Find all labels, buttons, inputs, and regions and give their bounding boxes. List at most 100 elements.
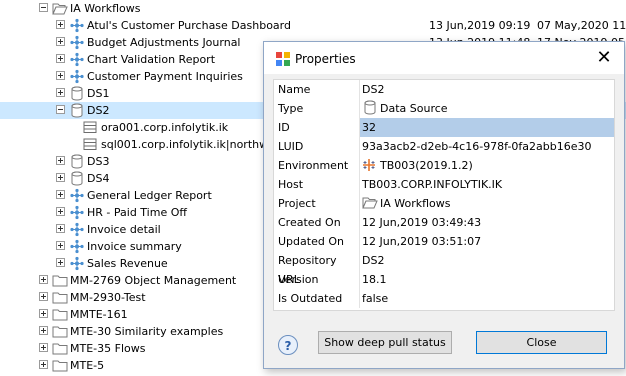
expand-icon[interactable] xyxy=(39,343,48,352)
tree-item-label: sql001.corp.infolytik.ik|northwind xyxy=(101,138,286,151)
workflow-icon xyxy=(69,35,85,50)
property-value: 18.1 xyxy=(362,273,387,286)
property-row[interactable]: Created On 12 Jun,2019 03:49:43 xyxy=(274,213,614,232)
tree-item-label: DS1 xyxy=(87,87,110,100)
expand-icon[interactable] xyxy=(56,88,65,97)
property-row[interactable]: ID 32 xyxy=(274,118,614,137)
property-value-cell: Data Source xyxy=(359,99,614,118)
tree-item-label: Sales Revenue xyxy=(87,257,168,270)
database-icon xyxy=(69,154,85,169)
property-value: 12 Jun,2019 03:51:07 xyxy=(362,235,482,248)
property-row[interactable]: Environment TB003(2019.1.2) xyxy=(274,156,614,175)
property-row[interactable]: Type Data Source xyxy=(274,99,614,118)
folder-open-icon xyxy=(362,195,378,209)
property-value-cell: false xyxy=(359,289,614,308)
expand-icon[interactable] xyxy=(56,207,65,216)
expand-icon[interactable] xyxy=(56,20,65,29)
tree-row[interactable]: IA Workflows xyxy=(0,0,626,17)
property-value-cell: IA Workflows xyxy=(359,194,614,213)
property-key: Repository URL xyxy=(278,254,337,286)
database-icon xyxy=(362,100,376,115)
folder-icon xyxy=(52,273,68,288)
expand-icon[interactable] xyxy=(39,309,48,318)
tree-row[interactable]: Atul's Customer Purchase Dashboard 13 Jun… xyxy=(0,17,626,34)
property-row[interactable]: Version 18.1 xyxy=(274,270,614,289)
expand-icon[interactable] xyxy=(56,241,65,250)
folder-icon xyxy=(52,341,68,356)
tree-item-label: DS4 xyxy=(87,172,110,185)
expand-icon[interactable] xyxy=(39,326,48,335)
property-value-cell: 93a3acb2-d2eb-4c16-978f-0fa2abb16e30 xyxy=(359,137,614,156)
workflow-icon xyxy=(69,256,85,271)
expand-icon[interactable] xyxy=(56,54,65,63)
property-row[interactable]: Name DS2 xyxy=(274,80,614,99)
expand-icon[interactable] xyxy=(56,37,65,46)
collapse-icon[interactable] xyxy=(56,105,65,114)
workflow-icon xyxy=(69,69,85,84)
property-value-cell: 12 Jun,2019 03:51:07 xyxy=(359,232,614,251)
tree-item-label: ora001.corp.infolytik.ik xyxy=(101,121,229,134)
property-key: Host xyxy=(278,178,304,191)
property-value: DS2 xyxy=(362,83,385,96)
show-deep-pull-status-button[interactable]: Show deep pull status xyxy=(318,331,452,354)
dialog-titlebar[interactable]: Properties ✕ xyxy=(264,42,624,74)
tree-item-label: MM-2930-Test xyxy=(70,291,146,304)
database-icon xyxy=(69,171,85,186)
tree-item-label: Invoice summary xyxy=(87,240,182,253)
folder-icon xyxy=(52,358,68,373)
property-value-cell: 12 Jun,2019 03:49:43 xyxy=(359,213,614,232)
expand-icon[interactable] xyxy=(56,258,65,267)
tree-item-label: HR - Paid Time Off xyxy=(87,206,187,219)
close-icon[interactable]: ✕ xyxy=(594,48,614,68)
property-value-cell: 18.1 xyxy=(359,270,614,289)
tree-item-label: Budget Adjustments Journal xyxy=(87,36,241,49)
tree-item-label: MMTE-161 xyxy=(70,308,128,321)
property-value: 93a3acb2-d2eb-4c16-978f-0fa2abb16e30 xyxy=(362,140,592,153)
modified-date: 07 May,2020 11: xyxy=(537,19,626,32)
property-value-cell: DS2 xyxy=(359,251,614,270)
tree-item-label: General Ledger Report xyxy=(87,189,212,202)
workflow-icon xyxy=(69,205,85,220)
tree-item-label: DS3 xyxy=(87,155,110,168)
property-value: TB003(2019.1.2) xyxy=(380,159,473,172)
property-row[interactable]: Project IA Workflows xyxy=(274,194,614,213)
property-key: Environment xyxy=(278,159,349,172)
properties-app-icon xyxy=(276,52,290,66)
expand-icon[interactable] xyxy=(56,190,65,199)
expand-icon[interactable] xyxy=(39,292,48,301)
property-row[interactable]: Is Outdated false xyxy=(274,289,614,308)
expand-icon[interactable] xyxy=(56,224,65,233)
server-icon xyxy=(82,120,98,135)
close-button[interactable]: Close xyxy=(476,331,607,354)
property-value: 32 xyxy=(362,121,376,134)
workflow-icon xyxy=(69,52,85,67)
expand-icon[interactable] xyxy=(56,173,65,182)
property-value-cell: TB003.CORP.INFOLYTIK.IK xyxy=(359,175,614,194)
help-icon[interactable]: ? xyxy=(278,335,298,355)
property-row[interactable]: LUID 93a3acb2-d2eb-4c16-978f-0fa2abb16e30 xyxy=(274,137,614,156)
property-value: IA Workflows xyxy=(380,197,451,210)
folder-icon xyxy=(52,324,68,339)
tree-item-label: MTE-35 Flows xyxy=(70,342,146,355)
property-key: Created On xyxy=(278,216,341,229)
property-value-cell: DS2 xyxy=(359,80,614,99)
property-key: ID xyxy=(278,121,290,134)
property-row[interactable]: Repository URL DS2 xyxy=(274,251,614,286)
workflow-icon xyxy=(69,239,85,254)
property-value-cell: TB003(2019.1.2) xyxy=(359,156,614,175)
date-columns: 13 Jun,2019 09:19 07 May,2020 11: xyxy=(424,17,626,34)
property-row[interactable]: Host TB003.CORP.INFOLYTIK.IK xyxy=(274,175,614,194)
property-key: Is Outdated xyxy=(278,292,343,305)
properties-grid: Name DS2 Type Data Source ID 32 LUID 93a3acb2-d… xyxy=(273,79,615,311)
expand-icon[interactable] xyxy=(39,360,48,369)
property-value: 12 Jun,2019 03:49:43 xyxy=(362,216,482,229)
tree-item-label: Chart Validation Report xyxy=(87,53,216,66)
expand-icon[interactable] xyxy=(56,156,65,165)
property-row[interactable]: Updated On 12 Jun,2019 03:51:07 xyxy=(274,232,614,251)
expand-icon[interactable] xyxy=(39,275,48,284)
folder-icon xyxy=(52,290,68,305)
property-value: DS2 xyxy=(362,254,385,267)
expand-icon[interactable] xyxy=(56,71,65,80)
collapse-icon[interactable] xyxy=(39,3,48,12)
server-icon xyxy=(82,137,98,152)
